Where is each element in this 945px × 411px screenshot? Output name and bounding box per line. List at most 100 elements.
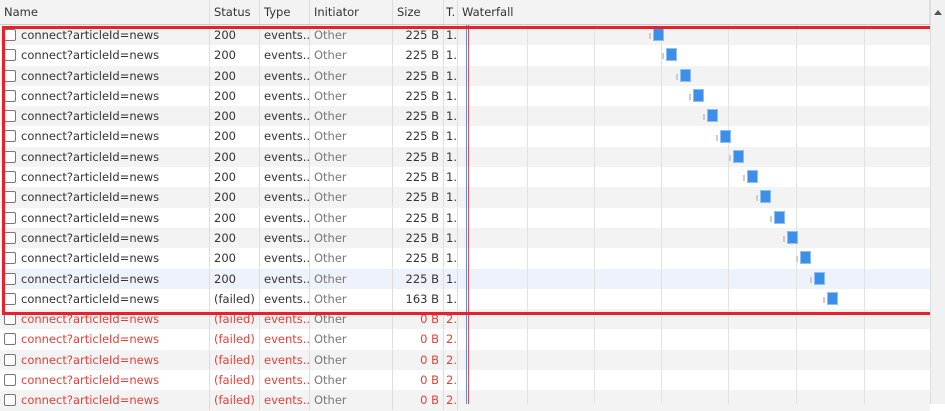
cell-name: connect?articleId=news bbox=[0, 106, 210, 127]
cell-size: 0 B bbox=[393, 349, 444, 370]
scroll-up-icon[interactable] bbox=[934, 10, 942, 15]
checkbox[interactable] bbox=[4, 29, 16, 41]
table-row[interactable]: connect?articleId=news 200 events... Other 2… bbox=[0, 45, 930, 66]
status-text: 200 bbox=[214, 170, 236, 185]
table-row[interactable]: connect?articleId=news 200 events... Other 2… bbox=[0, 146, 930, 168]
table-row[interactable]: connect?articleId=news (failed) events... O… bbox=[0, 390, 930, 411]
waterfall-bar[interactable] bbox=[733, 149, 745, 163]
cell-initiator: Other bbox=[310, 370, 393, 391]
waterfall-bar[interactable] bbox=[653, 28, 664, 41]
table-row[interactable]: connect?articleId=news 200 events... Other 2… bbox=[0, 65, 930, 86]
column-header-name[interactable]: Name bbox=[0, 0, 210, 24]
cell-time: 1. bbox=[444, 65, 458, 86]
checkbox[interactable] bbox=[4, 89, 16, 102]
cell-time: 1. bbox=[444, 187, 458, 208]
cell-status: 200 bbox=[210, 207, 260, 228]
name-text: connect?articleId=news bbox=[21, 28, 160, 42]
waterfall-bar[interactable] bbox=[827, 291, 839, 305]
cell-time: 2. bbox=[444, 349, 458, 370]
waterfall-wait-mark bbox=[783, 236, 785, 242]
cell-initiator: Other bbox=[310, 268, 393, 289]
cell-size: 0 B bbox=[393, 390, 444, 411]
checkbox[interactable] bbox=[4, 333, 16, 346]
cell-name: connect?articleId=news bbox=[0, 370, 210, 391]
size-text: 225 B bbox=[405, 129, 440, 144]
checkbox[interactable] bbox=[4, 231, 16, 244]
table-row[interactable]: connect?articleId=news 200 events... Other 2… bbox=[0, 207, 930, 228]
table-row[interactable]: connect?articleId=news (failed) events... O… bbox=[0, 370, 930, 391]
table-row[interactable]: connect?articleId=news 200 events... Other 2… bbox=[0, 25, 930, 46]
checkbox[interactable] bbox=[4, 394, 16, 407]
column-header-status[interactable]: Status bbox=[210, 0, 260, 24]
table-row[interactable]: connect?articleId=news 200 events... Other 2… bbox=[0, 268, 930, 289]
checkbox[interactable] bbox=[4, 171, 16, 184]
checkbox[interactable] bbox=[4, 374, 16, 387]
table-row[interactable]: connect?articleId=news (failed) events... O… bbox=[0, 309, 930, 330]
checkbox[interactable] bbox=[4, 69, 16, 82]
initiator-text: Other bbox=[314, 373, 347, 388]
cell-type: events... bbox=[260, 370, 310, 391]
checkbox[interactable] bbox=[4, 191, 16, 204]
column-header-type[interactable]: Type bbox=[260, 0, 310, 24]
waterfall-bar[interactable] bbox=[666, 48, 678, 62]
load-line bbox=[468, 25, 469, 404]
waterfall-bar[interactable] bbox=[813, 271, 825, 285]
cell-initiator: Other bbox=[310, 227, 393, 248]
initiator-text: Other bbox=[314, 271, 347, 286]
name-text: connect?articleId=news bbox=[21, 291, 160, 306]
table-row[interactable]: connect?articleId=news 200 events... Other 2… bbox=[0, 167, 930, 188]
cell-size: 225 B bbox=[393, 85, 444, 106]
name-text: connect?articleId=news bbox=[21, 88, 160, 103]
waterfall-bar[interactable] bbox=[706, 109, 718, 123]
column-header-waterfall[interactable]: Waterfall bbox=[458, 0, 930, 24]
checkbox[interactable] bbox=[4, 49, 16, 62]
cell-status: 200 bbox=[210, 126, 260, 147]
waterfall-wait-mark bbox=[729, 154, 732, 161]
table-row[interactable]: connect?articleId=news 200 events... Other 2… bbox=[0, 187, 930, 208]
column-header-initiator[interactable]: Initiator bbox=[310, 0, 393, 24]
table-row[interactable]: connect?articleId=news (failed) events... O… bbox=[0, 349, 930, 371]
checkbox[interactable] bbox=[4, 313, 16, 326]
checkbox[interactable] bbox=[4, 211, 16, 224]
waterfall-bar[interactable] bbox=[787, 231, 798, 244]
table-row[interactable]: connect?articleId=news 200 events... Other 2… bbox=[0, 126, 930, 147]
column-header-size[interactable]: Size bbox=[393, 0, 444, 24]
cell-status: 200 bbox=[210, 227, 260, 248]
table-row[interactable]: connect?articleId=news (failed) events... O… bbox=[0, 329, 930, 350]
waterfall-bar[interactable] bbox=[760, 190, 772, 204]
cell-size: 225 B bbox=[393, 146, 444, 167]
checkbox[interactable] bbox=[4, 130, 16, 143]
table-row[interactable]: connect?articleId=news 200 events... Other 2… bbox=[0, 248, 930, 269]
name-text: connect?articleId=news bbox=[21, 251, 160, 266]
size-text: 225 B bbox=[405, 48, 440, 63]
checkbox[interactable] bbox=[4, 353, 16, 366]
waterfall-bar[interactable] bbox=[720, 129, 731, 143]
cell-initiator: Other bbox=[310, 167, 393, 188]
table-row[interactable]: connect?articleId=news (failed) events... O… bbox=[0, 288, 930, 309]
waterfall-bar[interactable] bbox=[773, 210, 785, 224]
waterfall-bar[interactable] bbox=[679, 68, 691, 82]
type-text: events... bbox=[264, 230, 310, 245]
column-header-time[interactable]: T. bbox=[444, 0, 458, 24]
checkbox[interactable] bbox=[4, 110, 16, 123]
type-text: events... bbox=[264, 312, 310, 327]
scrollbar[interactable] bbox=[930, 0, 945, 404]
name-text: connect?articleId=news bbox=[21, 129, 160, 144]
checkbox[interactable] bbox=[4, 272, 16, 285]
waterfall-bar[interactable] bbox=[693, 88, 705, 102]
status-text: 200 bbox=[214, 230, 236, 245]
waterfall-bar[interactable] bbox=[746, 170, 758, 184]
cell-time: 1. bbox=[444, 167, 458, 188]
waterfall-bar[interactable] bbox=[800, 251, 812, 265]
cell-name: connect?articleId=news bbox=[0, 65, 210, 86]
checkbox[interactable] bbox=[4, 150, 16, 163]
cell-type: events... bbox=[260, 329, 310, 350]
table-row[interactable]: connect?articleId=news 200 events... Other 2… bbox=[0, 85, 930, 106]
checkbox[interactable] bbox=[4, 292, 16, 305]
table-row[interactable]: connect?articleId=news 200 events... Other 2… bbox=[0, 106, 930, 127]
cell-initiator: Other bbox=[310, 45, 393, 66]
checkbox[interactable] bbox=[4, 252, 16, 265]
cell-size: 225 B bbox=[393, 167, 444, 188]
name-text: connect?articleId=news bbox=[21, 332, 160, 347]
cell-name: connect?articleId=news bbox=[0, 329, 210, 350]
